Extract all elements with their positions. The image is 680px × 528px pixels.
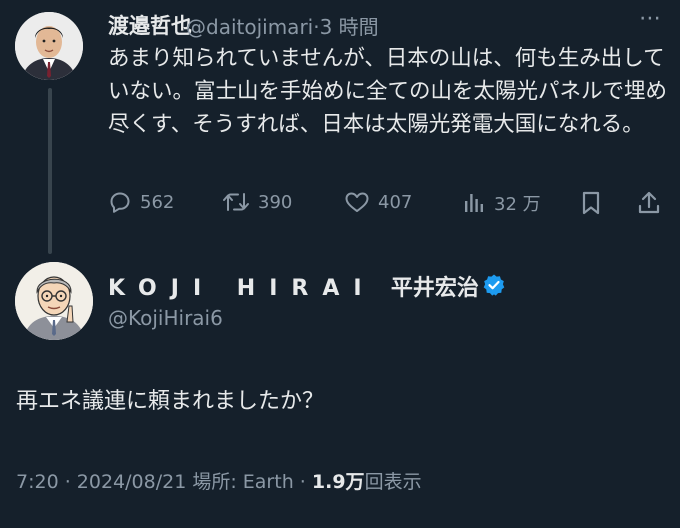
views-count: 32 万 bbox=[494, 194, 541, 215]
reply-button[interactable]: 562 bbox=[108, 190, 174, 214]
reply-count: 562 bbox=[140, 191, 175, 213]
retweet-icon bbox=[222, 190, 250, 214]
reply-location: 場所: Earth bbox=[192, 471, 294, 493]
tweet-actions: 562 390 407 32 万 bbox=[104, 190, 664, 220]
share-button[interactable] bbox=[637, 190, 661, 216]
reply-view-label: 回表示 bbox=[364, 471, 422, 493]
reply-view-count: 1.9万 bbox=[311, 471, 365, 493]
reply-icon bbox=[108, 190, 132, 214]
like-button[interactable]: 407 bbox=[344, 190, 412, 214]
thread-connector-line bbox=[48, 88, 52, 254]
more-icon[interactable]: ⋯ bbox=[639, 6, 662, 31]
author-avatar[interactable] bbox=[15, 12, 83, 80]
tweet-author-handle[interactable]: @daitojimari bbox=[186, 15, 313, 39]
retweet-button[interactable]: 390 bbox=[222, 190, 292, 214]
reply-timestamp[interactable]: 7:20 · 2024/08/21 bbox=[16, 471, 186, 493]
share-icon bbox=[637, 190, 661, 216]
meta-dot: · bbox=[299, 471, 306, 493]
views-icon bbox=[462, 191, 486, 215]
bookmark-icon bbox=[580, 190, 602, 216]
reply-author-name-kanji[interactable]: 平井宏治 bbox=[391, 276, 479, 301]
reply-author-handle[interactable]: @KojiHirai6 bbox=[108, 306, 223, 330]
reply-text: 再エネ議連に頼まれましたか？ bbox=[16, 389, 325, 414]
reply-author-name-roman[interactable]: KOJI HIRAI bbox=[108, 276, 376, 301]
reply-author-avatar[interactable] bbox=[15, 262, 93, 340]
reply-author-name[interactable]: KOJI HIRAI 平井宏治 bbox=[108, 270, 479, 302]
retweet-count: 390 bbox=[258, 191, 293, 213]
bookmark-button[interactable] bbox=[580, 190, 602, 216]
like-icon bbox=[344, 190, 370, 214]
verified-icon bbox=[482, 273, 506, 297]
views-button[interactable]: 32 万 bbox=[462, 190, 541, 216]
like-count: 407 bbox=[378, 191, 413, 213]
tweet-time[interactable]: 3 時間 bbox=[320, 15, 379, 39]
reply-meta: 7:20 · 2024/08/21 場所: Earth · 1.9万回表示 bbox=[16, 467, 422, 494]
tweet-author-meta[interactable]: @daitojimari·3 時間 bbox=[186, 11, 379, 40]
tweet-text: あまり知られていませんが、日本の山は、何も生み出していない。富士山を手始めに全て… bbox=[108, 46, 668, 137]
tweet-author-name[interactable]: 渡邉哲也 bbox=[108, 10, 192, 40]
